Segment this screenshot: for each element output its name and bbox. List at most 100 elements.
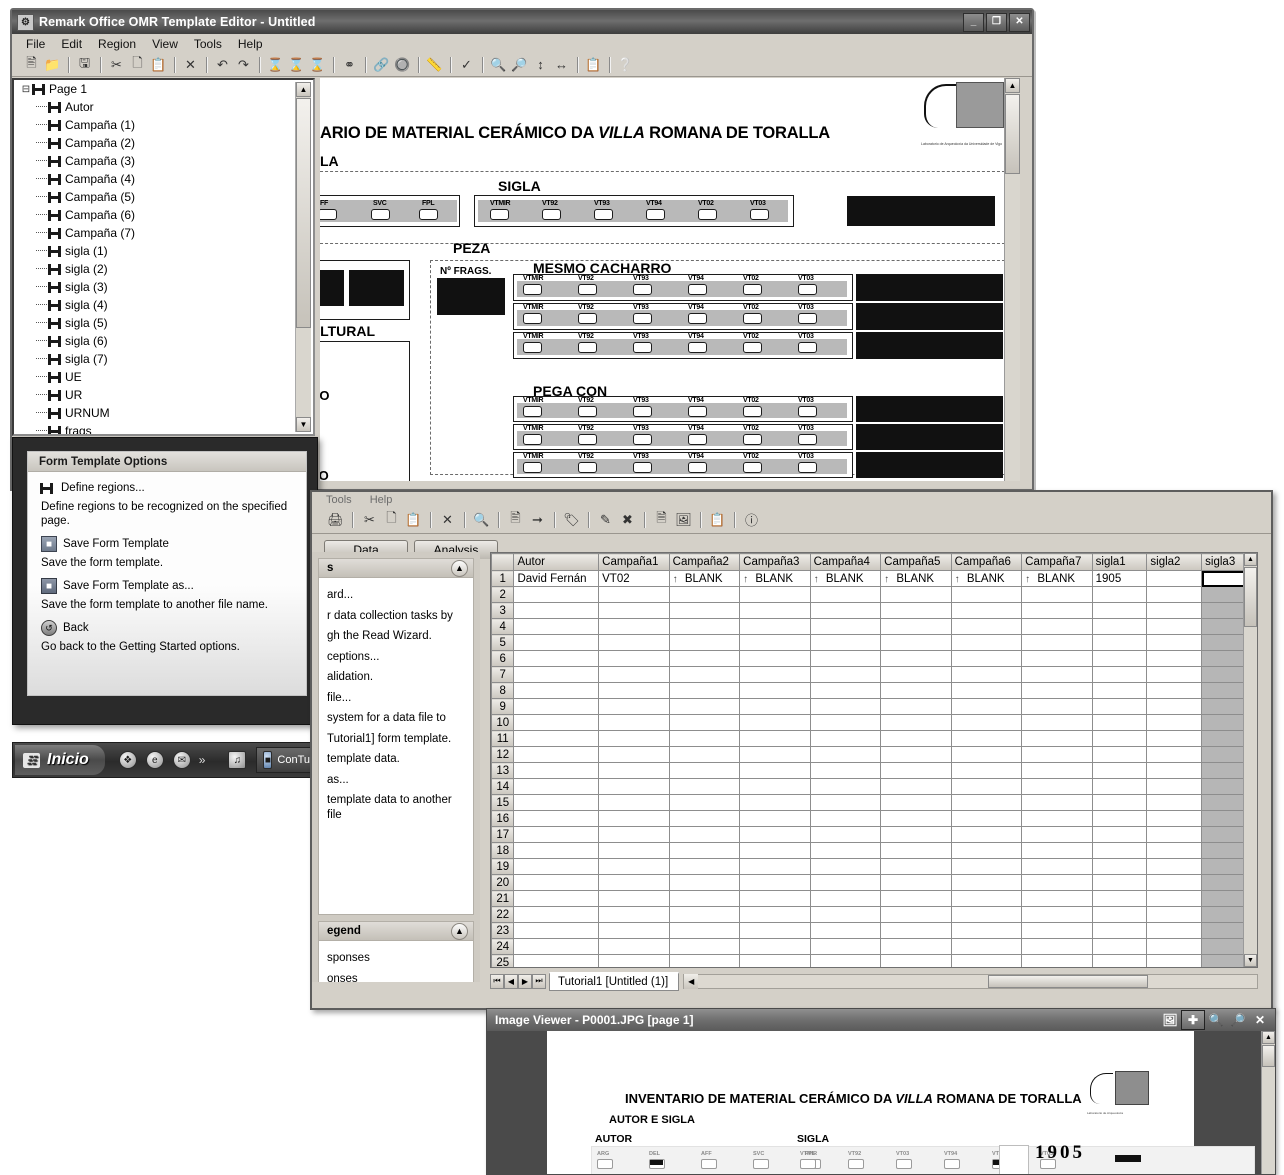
row-header[interactable]: 8 bbox=[491, 682, 515, 699]
grid-cell[interactable] bbox=[739, 810, 811, 827]
grid-cell[interactable] bbox=[950, 746, 1023, 763]
grid-cell[interactable] bbox=[1146, 858, 1203, 875]
pega-response-block[interactable] bbox=[856, 424, 1003, 450]
grid-cell[interactable] bbox=[1146, 890, 1203, 907]
column-header-campaña7[interactable]: Campaña7 bbox=[1021, 553, 1093, 571]
grid-cell[interactable] bbox=[880, 906, 952, 923]
scanned-sigla-bubble[interactable] bbox=[944, 1159, 960, 1169]
grid-cell[interactable] bbox=[513, 762, 600, 779]
option-bubble[interactable] bbox=[490, 209, 509, 220]
grid-cell[interactable] bbox=[1021, 938, 1093, 955]
grid-cell[interactable] bbox=[1021, 922, 1093, 939]
undo-icon[interactable]: ↶ bbox=[213, 55, 232, 74]
grid-cell[interactable] bbox=[739, 890, 811, 907]
grid-cell[interactable] bbox=[950, 762, 1023, 779]
chevron-up-icon[interactable]: ▲ bbox=[451, 559, 468, 577]
table-row[interactable]: 21 bbox=[491, 890, 1257, 907]
grid-cell[interactable] bbox=[513, 650, 600, 667]
fto-item-save-form-template[interactable]: ■ Save Form Template bbox=[28, 534, 306, 554]
grid-cell[interactable] bbox=[668, 938, 741, 955]
tree-item-campa-a-1[interactable]: Campaña (1) bbox=[14, 116, 313, 134]
column-header-campaña5[interactable]: Campaña5 bbox=[880, 553, 952, 571]
option-bubble[interactable] bbox=[798, 284, 817, 295]
grid-cell[interactable] bbox=[1146, 842, 1203, 859]
grid-cell[interactable] bbox=[1091, 602, 1148, 619]
option-bubble[interactable] bbox=[743, 406, 762, 417]
grid-cell[interactable] bbox=[1021, 634, 1093, 651]
grid-cell[interactable] bbox=[1091, 746, 1148, 763]
scanned-sigla-bubble[interactable] bbox=[800, 1159, 816, 1169]
print-icon[interactable]: 🖨 bbox=[326, 510, 345, 529]
delete-icon[interactable]: ✕ bbox=[181, 55, 200, 74]
grid-cell[interactable] bbox=[739, 730, 811, 747]
row-header[interactable]: 14 bbox=[491, 778, 515, 795]
grid-cell[interactable] bbox=[1146, 938, 1203, 955]
grid-cell[interactable] bbox=[1091, 666, 1148, 683]
paste-icon[interactable]: 📋 bbox=[149, 55, 168, 74]
grid-cell[interactable] bbox=[1021, 794, 1093, 811]
grid-cell[interactable] bbox=[739, 938, 811, 955]
grid-cell[interactable] bbox=[809, 746, 882, 763]
grid-cell[interactable] bbox=[880, 666, 952, 683]
cultural-region[interactable] bbox=[320, 341, 410, 481]
option-bubble[interactable] bbox=[578, 342, 597, 353]
grid-cell[interactable] bbox=[1091, 794, 1148, 811]
scrollbar-thumb[interactable] bbox=[1005, 94, 1020, 174]
grid-cell[interactable] bbox=[598, 730, 670, 747]
scrollbar-thumb[interactable] bbox=[1262, 1045, 1275, 1067]
grid-cell[interactable] bbox=[668, 730, 741, 747]
grid-cell[interactable] bbox=[739, 906, 811, 923]
grid-cell[interactable] bbox=[598, 714, 670, 731]
grid-cell[interactable] bbox=[950, 618, 1023, 635]
grid-vertical-scrollbar[interactable]: ▲ ▼ bbox=[1243, 553, 1257, 967]
close-icon[interactable]: ✕ bbox=[1249, 1011, 1271, 1029]
grid-cell[interactable] bbox=[950, 938, 1023, 955]
grid-cell[interactable] bbox=[1021, 778, 1093, 795]
grid-cell[interactable] bbox=[1021, 730, 1093, 747]
grid-cell[interactable] bbox=[880, 650, 952, 667]
menu-tools[interactable]: Tools bbox=[194, 37, 222, 51]
grid-cell[interactable] bbox=[598, 778, 670, 795]
grid-cell[interactable] bbox=[880, 922, 952, 939]
grid-cell[interactable] bbox=[668, 602, 741, 619]
menu-file[interactable]: File bbox=[26, 37, 45, 51]
table-row[interactable]: 16 bbox=[491, 810, 1257, 827]
grid-cell[interactable] bbox=[668, 810, 741, 827]
column-header-campaña3[interactable]: Campaña3 bbox=[739, 553, 811, 571]
grid-cell[interactable] bbox=[880, 826, 952, 843]
template-document-preview[interactable]: ARIO DE MATERIAL CERÁMICO DA VILLA ROMAN… bbox=[320, 78, 1020, 481]
grid-cell[interactable] bbox=[950, 778, 1023, 795]
autor-bubble[interactable] bbox=[320, 209, 337, 220]
table-row[interactable]: 8 bbox=[491, 682, 1257, 699]
show-desktop-icon[interactable]: ❖ bbox=[118, 751, 137, 769]
grid-cell[interactable] bbox=[1091, 618, 1148, 635]
grid-cell[interactable] bbox=[598, 762, 670, 779]
open-icon[interactable]: 📁 bbox=[43, 55, 62, 74]
option-bubble[interactable] bbox=[750, 209, 769, 220]
grid-cell[interactable] bbox=[1091, 714, 1148, 731]
autor-bubble[interactable] bbox=[419, 209, 438, 220]
scrollbar-thumb[interactable] bbox=[988, 974, 1149, 988]
grid-cell[interactable] bbox=[950, 826, 1023, 843]
grid-cell[interactable] bbox=[1146, 810, 1203, 827]
grid-cell[interactable] bbox=[739, 634, 811, 651]
pega-response-block[interactable] bbox=[856, 396, 1003, 422]
grid-cell[interactable]: ↑ BLANK bbox=[668, 570, 741, 587]
column-header-sigla1[interactable]: sigla1 bbox=[1091, 553, 1148, 571]
grid-cell[interactable] bbox=[1021, 890, 1093, 907]
grid-cell[interactable] bbox=[1146, 650, 1203, 667]
option-bubble[interactable] bbox=[578, 284, 597, 295]
zoom-out-icon[interactable]: 🔎 bbox=[510, 55, 529, 74]
scrollbar-thumb[interactable] bbox=[296, 98, 311, 328]
mesmo-response-block[interactable] bbox=[856, 332, 1003, 359]
grid-cell[interactable] bbox=[1091, 730, 1148, 747]
quick-launch-overflow[interactable]: » bbox=[199, 753, 206, 767]
option-bubble[interactable] bbox=[523, 342, 542, 353]
cut-icon[interactable]: ✂ bbox=[360, 510, 379, 529]
tree-root-page-1[interactable]: ⊟ Page 1 bbox=[14, 80, 313, 98]
option-bubble[interactable] bbox=[523, 406, 542, 417]
grid-cell[interactable]: ↑ BLANK bbox=[739, 570, 811, 587]
grid-cell[interactable] bbox=[1021, 698, 1093, 715]
frags-block-left[interactable] bbox=[320, 270, 344, 306]
grid-cell[interactable] bbox=[513, 634, 600, 651]
